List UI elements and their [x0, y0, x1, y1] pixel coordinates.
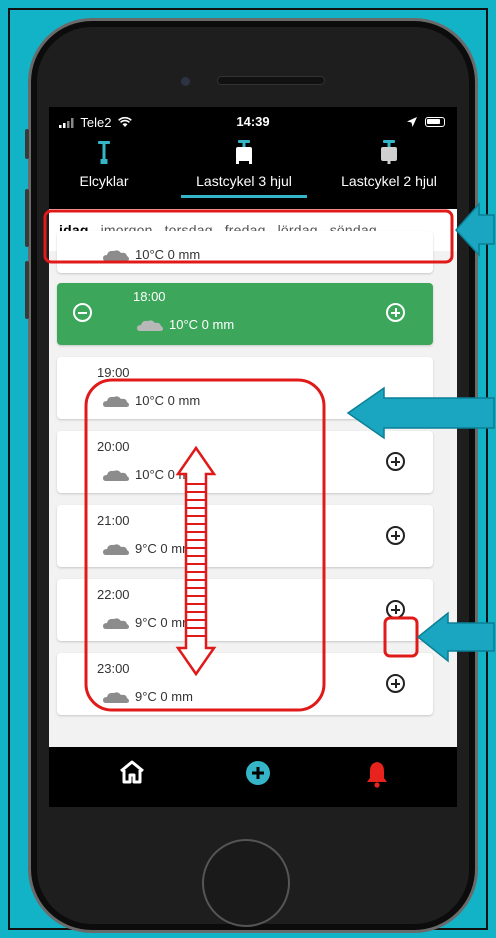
arrow-day-tabs-icon — [454, 202, 495, 257]
annotation-overlay — [43, 202, 495, 712]
arrow-add-button-icon — [416, 611, 495, 663]
day-tabs-highlight — [43, 209, 454, 264]
arrow-time-slots-icon — [346, 386, 495, 440]
double-arrow-icon — [175, 445, 217, 677]
add-button-highlight — [383, 616, 419, 658]
